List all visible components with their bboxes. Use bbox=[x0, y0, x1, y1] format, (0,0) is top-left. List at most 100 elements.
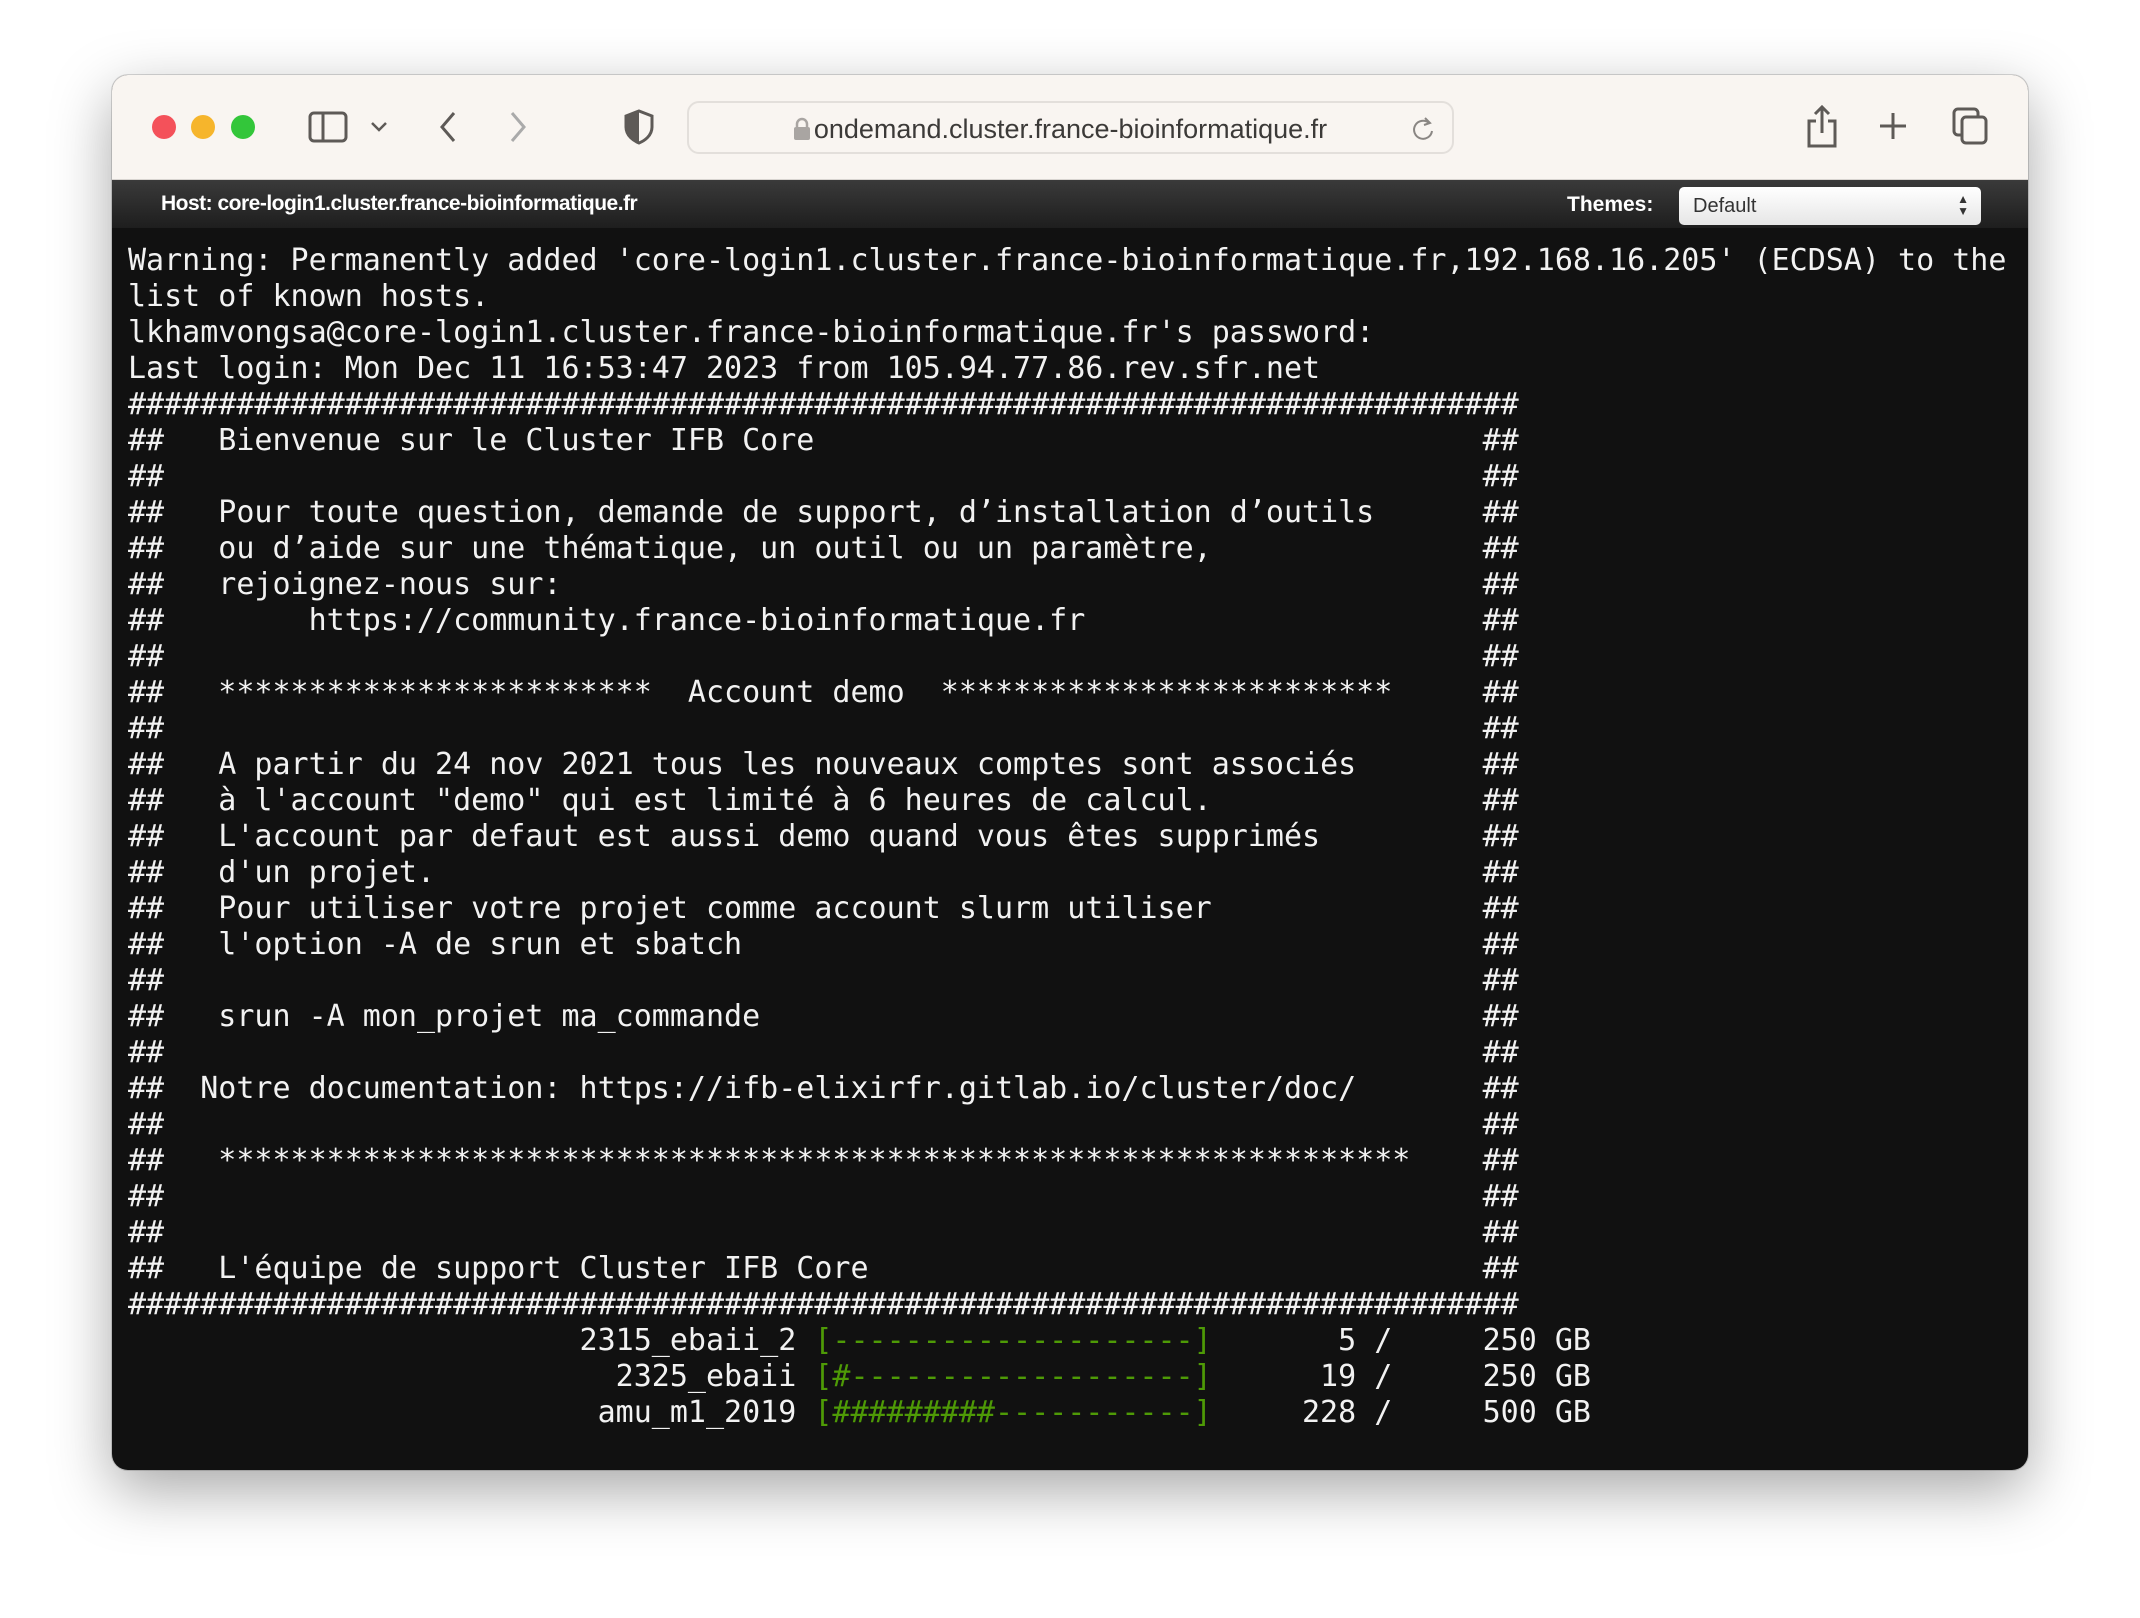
terminal-line: ## l'option -A de srun et sbatch ## bbox=[128, 927, 2006, 963]
banner-edge: ## bbox=[1482, 711, 1519, 746]
banner-edge: ## bbox=[128, 1035, 165, 1070]
terminal-line: ## Bienvenue sur le Cluster IFB Core ## bbox=[128, 423, 2006, 459]
banner-text: à l'account "demo" qui est limité à 6 he… bbox=[164, 783, 1212, 818]
banner-text: L'équipe de support Cluster IFB Core bbox=[164, 1251, 869, 1286]
terminal-line: ## ou d’aide sur une thématique, un outi… bbox=[128, 531, 2006, 567]
themes-label: Themes: bbox=[1567, 193, 1654, 216]
banner-edge: ## bbox=[128, 711, 165, 746]
banner-edge: ## bbox=[128, 927, 165, 962]
terminal-line: ## ## bbox=[128, 963, 2006, 999]
banner-border: ########################################… bbox=[128, 387, 1519, 422]
terminal-line: ## rejoignez-nous sur: ## bbox=[128, 567, 2006, 603]
banner-text: rejoignez-nous sur: bbox=[164, 567, 562, 602]
storage-quota-row: 2315_ebaii_2 [--------------------] 5 / 250… bbox=[128, 1323, 2006, 1359]
banner-text: ************************ Account demo **… bbox=[164, 675, 1393, 710]
quota-project-name: amu_m1_2019 bbox=[597, 1395, 797, 1430]
terminal-line: ## ## bbox=[128, 1107, 2006, 1143]
banner-edge: ## bbox=[1482, 747, 1519, 782]
banner-edge: ## bbox=[1482, 567, 1519, 602]
banner-border: ########################################… bbox=[128, 1287, 1519, 1322]
banner-edge: ## bbox=[128, 603, 165, 638]
new-tab-icon[interactable] bbox=[1878, 111, 1908, 141]
forward-icon[interactable] bbox=[508, 111, 528, 143]
quota-total: 500 GB bbox=[1482, 1395, 1591, 1430]
terminal-line: ## https://community.france-bioinformati… bbox=[128, 603, 2006, 639]
banner-edge: ## bbox=[1482, 1107, 1519, 1142]
banner-edge: ## bbox=[1482, 1035, 1519, 1070]
banner-edge: ## bbox=[1482, 639, 1519, 674]
minimize-window-button[interactable] bbox=[191, 115, 215, 139]
browser-window: ondemand.cluster.france-bioinformatique.… bbox=[112, 75, 2028, 1470]
banner-edge: ## bbox=[1482, 927, 1519, 962]
banner-edge: ## bbox=[128, 819, 165, 854]
terminal-line: ########################################… bbox=[128, 1287, 2006, 1323]
terminal-line: ## *************************************… bbox=[128, 1143, 2006, 1179]
banner-edge: ## bbox=[1482, 459, 1519, 494]
banner-text: Pour toute question, demande de support,… bbox=[164, 495, 1375, 530]
banner-edge: ## bbox=[128, 1071, 165, 1106]
banner-edge: ## bbox=[1482, 423, 1519, 458]
host-label: Host: core-login1.cluster.france-bioinfo… bbox=[161, 192, 638, 215]
storage-quota-row: amu_m1_2019 [#########-----------] 228 / 50… bbox=[128, 1395, 2006, 1431]
banner-edge: ## bbox=[1482, 1251, 1519, 1286]
banner-text: Pour utiliser votre projet comme account… bbox=[164, 891, 1212, 926]
banner-edge: ## bbox=[128, 675, 165, 710]
banner-edge: ## bbox=[128, 1215, 165, 1250]
url-text: ondemand.cluster.france-bioinformatique.… bbox=[813, 114, 1328, 144]
banner-text: ou d’aide sur une thématique, un outil o… bbox=[164, 531, 1212, 566]
quota-project-name: 2325_ebaii bbox=[615, 1359, 797, 1394]
themes-select[interactable]: Default ▲ ▼ bbox=[1679, 187, 1981, 225]
banner-edge: ## bbox=[1482, 819, 1519, 854]
share-icon[interactable] bbox=[1806, 105, 1838, 149]
banner-edge: ## bbox=[128, 891, 165, 926]
banner-edge: ## bbox=[128, 747, 165, 782]
banner-edge: ## bbox=[128, 423, 165, 458]
terminal-line: ## Pour toute question, demande de suppo… bbox=[128, 495, 2006, 531]
terminal-line: ## ## bbox=[128, 459, 2006, 495]
quota-bar: [--------------------] bbox=[814, 1323, 1212, 1358]
banner-edge: ## bbox=[1482, 1179, 1519, 1214]
terminal-line: ## Notre documentation: https://ifb-elix… bbox=[128, 1071, 2006, 1107]
banner-text: ****************************************… bbox=[164, 1143, 1411, 1178]
terminal-line: ## ## bbox=[128, 1179, 2006, 1215]
banner-edge: ## bbox=[1482, 603, 1519, 638]
banner-edge: ## bbox=[128, 963, 165, 998]
banner-text: Bienvenue sur le Cluster IFB Core bbox=[164, 423, 815, 458]
terminal-line: ## Pour utiliser votre projet comme acco… bbox=[128, 891, 2006, 927]
terminal-text: list of known hosts. bbox=[128, 279, 490, 314]
shield-icon[interactable] bbox=[624, 109, 654, 145]
terminal-line: ## d'un projet. ## bbox=[128, 855, 2006, 891]
banner-edge: ## bbox=[1482, 855, 1519, 890]
banner-text: d'un projet. bbox=[164, 855, 436, 890]
browser-toolbar: ondemand.cluster.france-bioinformatique.… bbox=[112, 75, 2028, 180]
back-icon[interactable] bbox=[438, 111, 458, 143]
banner-edge: ## bbox=[1482, 1071, 1519, 1106]
banner-edge: ## bbox=[128, 459, 165, 494]
zoom-window-button[interactable] bbox=[231, 115, 255, 139]
chevron-down-icon[interactable] bbox=[370, 121, 388, 133]
banner-edge: ## bbox=[128, 1251, 165, 1286]
terminal-line: lkhamvongsa@core-login1.cluster.france-b… bbox=[128, 315, 2006, 351]
tabs-icon[interactable] bbox=[1952, 107, 1988, 145]
address-bar[interactable]: ondemand.cluster.france-bioinformatique.… bbox=[687, 101, 1454, 154]
banner-edge: ## bbox=[128, 855, 165, 890]
quota-project-name: 2315_ebaii_2 bbox=[579, 1323, 797, 1358]
storage-quota-row: 2325_ebaii [#-------------------] 19 / 250 … bbox=[128, 1359, 2006, 1395]
quota-bar: [#-------------------] bbox=[814, 1359, 1212, 1394]
sidebar-icon[interactable] bbox=[308, 111, 348, 143]
banner-edge: ## bbox=[128, 531, 165, 566]
banner-edge: ## bbox=[1482, 675, 1519, 710]
banner-edge: ## bbox=[1482, 1215, 1519, 1250]
banner-edge: ## bbox=[1482, 999, 1519, 1034]
reload-icon[interactable] bbox=[1410, 115, 1436, 143]
terminal-line: ## ************************ Account demo… bbox=[128, 675, 2006, 711]
banner-edge: ## bbox=[128, 783, 165, 818]
banner-edge: ## bbox=[1482, 495, 1519, 530]
close-window-button[interactable] bbox=[152, 115, 176, 139]
banner-text: A partir du 24 nov 2021 tous les nouveau… bbox=[164, 747, 1357, 782]
terminal-line: ## A partir du 24 nov 2021 tous les nouv… bbox=[128, 747, 2006, 783]
banner-edge: ## bbox=[128, 495, 165, 530]
terminal[interactable]: Warning: Permanently added 'core-login1.… bbox=[128, 243, 2006, 1431]
terminal-line: ## ## bbox=[128, 1035, 2006, 1071]
quota-used: 19 / bbox=[1320, 1359, 1393, 1394]
